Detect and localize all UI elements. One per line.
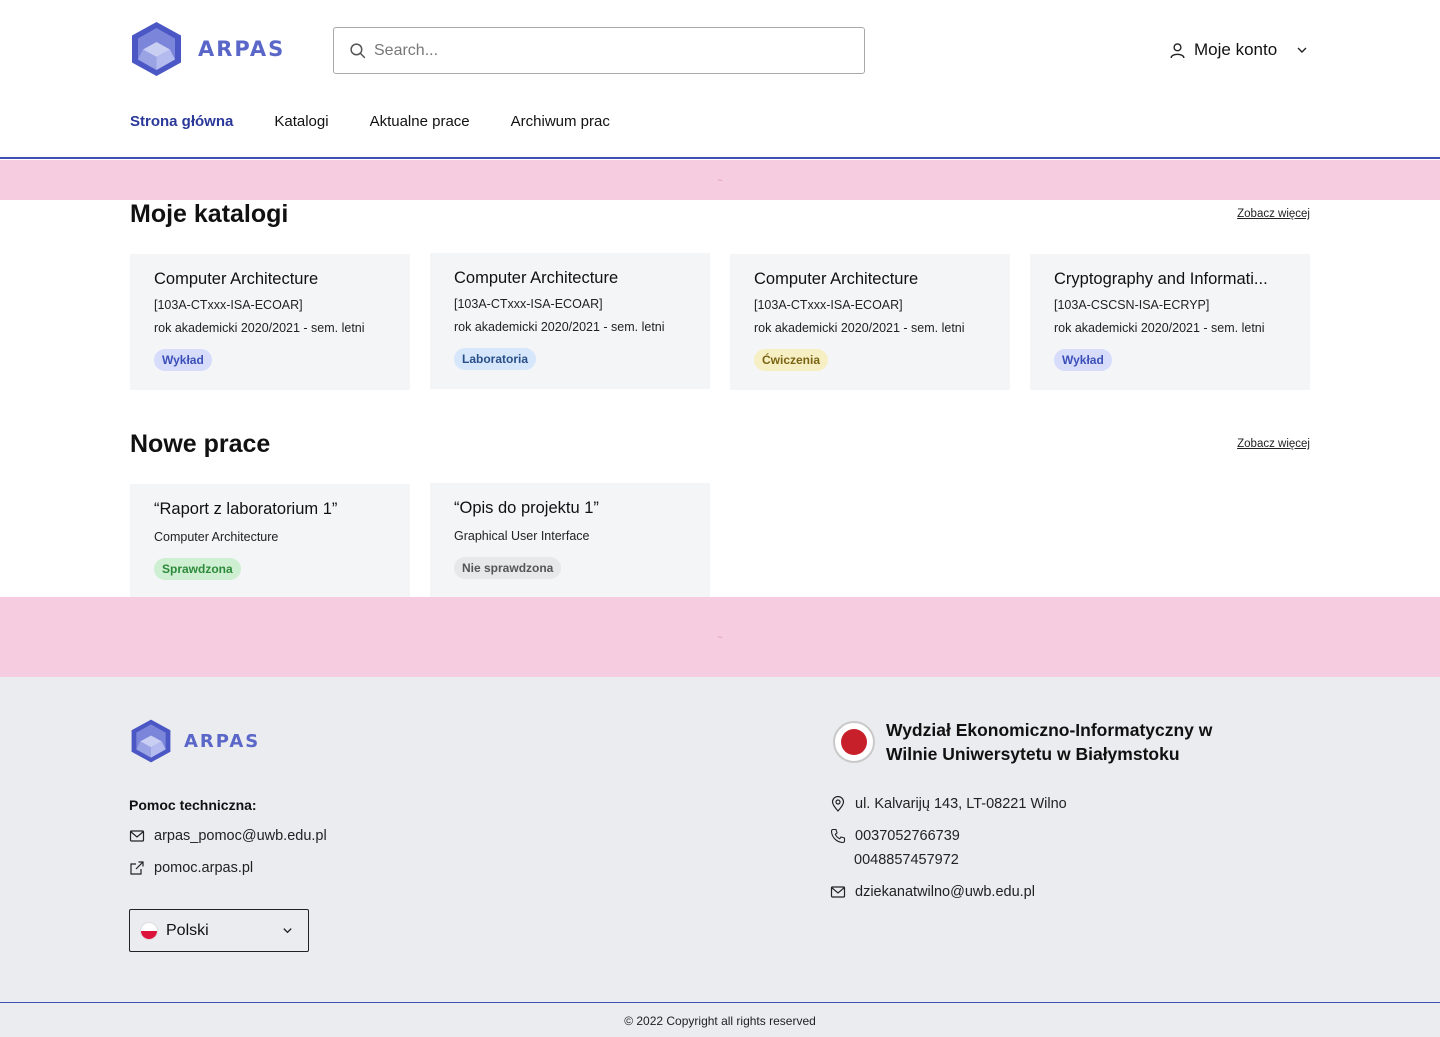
- phone-1: 0037052766739: [855, 828, 960, 844]
- catalog-card-code: [103A-CTxxx-ISA-ECOAR]: [754, 298, 903, 312]
- main-nav: Strona główna Katalogi Aktualne prace Ar…: [130, 113, 610, 130]
- catalog-type-badge: Laboratoria: [454, 348, 537, 370]
- footer-divider: [0, 1002, 1440, 1003]
- catalog-card-code: [103A-CSCSN-ISA-ECRYP]: [1054, 298, 1210, 312]
- external-link-icon: [130, 861, 144, 875]
- work-card[interactable]: “Raport z laboratorium 1” Computer Archi…: [130, 484, 410, 597]
- catalog-card-code: [103A-CTxxx-ISA-ECOAR]: [154, 298, 303, 312]
- work-status-badge: Sprawdzona: [154, 558, 241, 580]
- catalog-card-title: Computer Architecture: [154, 270, 319, 288]
- location-pin-icon: [831, 796, 845, 812]
- phone-row[interactable]: 0037052766739: [830, 828, 960, 844]
- language-label: Polski: [166, 921, 209, 939]
- search-input[interactable]: [374, 41, 854, 60]
- help-site-link[interactable]: pomoc.arpas.pl: [129, 860, 253, 876]
- cube-logo-icon: [131, 719, 171, 763]
- phone-2: 0048857457972: [854, 852, 959, 868]
- works-title: Nowe prace: [130, 430, 271, 458]
- catalog-card[interactable]: Computer Architecture [103A-CTxxx-ISA-EC…: [430, 253, 710, 389]
- work-card-title: “Opis do projektu 1”: [454, 499, 599, 517]
- works-see-more-link[interactable]: Zobacz więcej: [1237, 438, 1310, 450]
- work-status-badge: Nie sprawdzona: [454, 557, 562, 579]
- catalog-card[interactable]: Computer Architecture [103A-CTxxx-ISA-EC…: [130, 254, 410, 390]
- placeholder-band-bottom: ~: [0, 597, 1440, 677]
- work-card-subject: Graphical User Interface: [454, 529, 590, 543]
- catalog-card-term: rok akademicki 2020/2021 - sem. letni: [1054, 321, 1265, 335]
- faculty-email: dziekanatwilno@uwb.edu.pl: [855, 884, 1035, 900]
- help-label: Pomoc techniczna:: [129, 797, 257, 813]
- header: ARPAS Moje konto Strona główna Katalogi …: [0, 0, 1440, 159]
- footer-brand-logo[interactable]: ARPAS: [130, 718, 260, 764]
- catalog-type-badge: Wykład: [154, 349, 212, 371]
- catalog-card-term: rok akademicki 2020/2021 - sem. letni: [754, 321, 965, 335]
- catalogs-see-more-link[interactable]: Zobacz więcej: [1237, 208, 1310, 220]
- search-icon: [350, 43, 366, 59]
- catalog-card-title: Computer Architecture: [754, 270, 919, 288]
- copyright-text: © 2022 Copyright all rights reserved: [624, 1014, 816, 1028]
- help-site: pomoc.arpas.pl: [154, 860, 254, 876]
- poland-flag-icon: [141, 922, 157, 939]
- university-seal-icon: [833, 721, 875, 763]
- mail-icon: [129, 830, 145, 842]
- phone-icon: [830, 828, 846, 844]
- faculty-block: Wydział Ekonomiczno-Informatyczny w Wiln…: [833, 718, 1212, 766]
- catalog-card[interactable]: Computer Architecture [103A-CTxxx-ISA-EC…: [730, 254, 1010, 390]
- brand-name: ARPAS: [198, 37, 286, 61]
- work-card-subject: Computer Architecture: [154, 530, 279, 544]
- catalog-type-badge: Ćwiczenia: [754, 349, 829, 371]
- account-menu[interactable]: Moje konto: [1169, 40, 1309, 60]
- language-select[interactable]: Polski: [129, 909, 309, 952]
- footer-brand-name: ARPAS: [184, 730, 261, 752]
- cube-logo-icon: [132, 22, 181, 76]
- catalog-card[interactable]: Cryptography and Informati... [103A-CSCS…: [1030, 254, 1310, 390]
- brand-logo[interactable]: ARPAS: [130, 20, 285, 78]
- footer: ARPAS Pomoc techniczna: arpas_pomoc@uwb.…: [0, 677, 1440, 1037]
- faculty-email-link[interactable]: dziekanatwilno@uwb.edu.pl: [830, 884, 1035, 900]
- address: ul. Kalvarijų 143, LT-08221 Wilno: [855, 796, 1067, 812]
- catalog-card-title: Cryptography and Informati...: [1054, 270, 1268, 288]
- nav-item-home[interactable]: Strona główna: [130, 113, 233, 130]
- phone-row-2[interactable]: 0048857457972: [854, 852, 959, 868]
- chevron-down-icon: [283, 928, 292, 934]
- nav-item-current-works[interactable]: Aktualne prace: [370, 113, 470, 130]
- address-row: ul. Kalvarijų 143, LT-08221 Wilno: [830, 796, 1067, 812]
- nav-item-catalogs[interactable]: Katalogi: [274, 113, 328, 130]
- account-label: Moje konto: [1194, 40, 1278, 59]
- nav-item-archive[interactable]: Archiwum prac: [511, 113, 610, 130]
- mail-icon: [830, 886, 846, 898]
- work-card-title: “Raport z laboratorium 1”: [154, 500, 338, 518]
- catalogs-title: Moje katalogi: [130, 200, 289, 228]
- chevron-down-icon: [1297, 47, 1307, 53]
- placeholder-band-top: ~: [0, 160, 1440, 200]
- catalog-card-term: rok akademicki 2020/2021 - sem. letni: [454, 320, 665, 334]
- help-email: arpas_pomoc@uwb.edu.pl: [154, 828, 327, 844]
- faculty-name-line1: Wydział Ekonomiczno-Informatyczny w: [886, 720, 1213, 740]
- catalog-type-badge: Wykład: [1054, 349, 1112, 371]
- catalog-card-code: [103A-CTxxx-ISA-ECOAR]: [454, 297, 603, 311]
- catalog-card-title: Computer Architecture: [454, 269, 619, 287]
- search-box[interactable]: [333, 27, 865, 74]
- faculty-name-line2: Wilnie Uniwersytetu w Białymstoku: [886, 744, 1180, 764]
- help-email-link[interactable]: arpas_pomoc@uwb.edu.pl: [129, 828, 327, 844]
- catalog-card-term: rok akademicki 2020/2021 - sem. letni: [154, 321, 365, 335]
- work-card[interactable]: “Opis do projektu 1” Graphical User Inte…: [430, 483, 710, 597]
- user-icon: [1170, 42, 1185, 58]
